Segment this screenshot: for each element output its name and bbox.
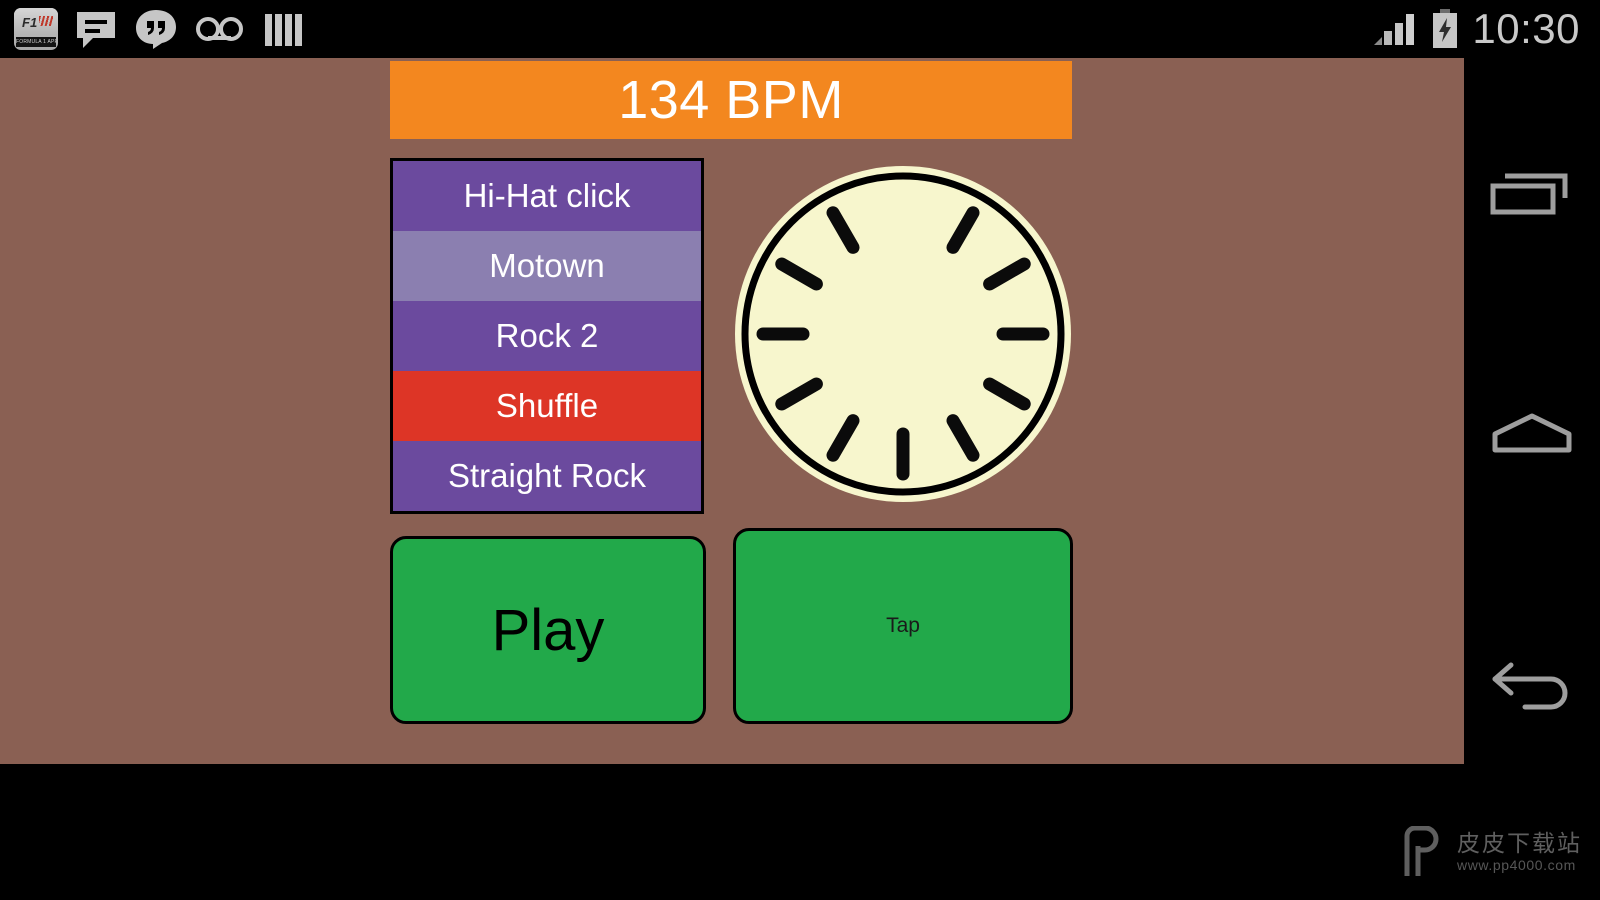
list-item[interactable]: Motown xyxy=(393,231,701,301)
list-item[interactable]: Straight Rock xyxy=(393,441,701,511)
watermark: 皮皮下载站 www.pp4000.com xyxy=(1401,825,1582,878)
status-bar-notification-icons: F1 FORMULA 1 APP xyxy=(0,8,304,50)
device-screen: F1 FORMULA 1 APP 10:30 134 BPM Hi-Hat cl… xyxy=(0,0,1600,900)
bpm-display[interactable]: 134 BPM xyxy=(390,61,1072,139)
battery-charging-icon xyxy=(1433,9,1458,48)
pattern-label: Hi-Hat click xyxy=(463,177,631,214)
f1-icon-streak xyxy=(39,16,53,26)
messaging-icon xyxy=(77,12,115,48)
status-bar-system-icons: 10:30 xyxy=(1372,0,1580,58)
play-button[interactable]: Play xyxy=(390,536,706,724)
status-bar-clock: 10:30 xyxy=(1472,5,1580,52)
f1-icon-label: FORMULA 1 APP xyxy=(16,37,56,47)
pattern-label: Motown xyxy=(489,247,605,284)
back-button[interactable] xyxy=(1464,628,1600,748)
watermark-text: 皮皮下载站 www.pp4000.com xyxy=(1457,830,1582,873)
watermark-url: www.pp4000.com xyxy=(1457,856,1576,873)
list-item[interactable]: Rock 2 xyxy=(393,301,701,371)
hangouts-icon xyxy=(136,10,176,49)
pattern-label: Straight Rock xyxy=(447,457,647,494)
beat-dial[interactable] xyxy=(733,158,1073,510)
watermark-site-name: 皮皮下载站 xyxy=(1457,830,1582,857)
f1-icon-mark: F1 xyxy=(22,15,38,30)
bpm-value-label: 134 BPM xyxy=(618,70,844,130)
status-bar: F1 FORMULA 1 APP 10:30 xyxy=(0,0,1600,58)
home-button[interactable] xyxy=(1464,378,1600,498)
tap-button[interactable]: Tap xyxy=(733,528,1073,724)
voicemail-icon xyxy=(196,17,243,41)
play-button-label: Play xyxy=(491,597,605,663)
back-icon xyxy=(1492,662,1568,710)
pattern-label: Shuffle xyxy=(495,387,599,424)
pp-logo-glyph xyxy=(1404,825,1439,876)
pp-logo-icon xyxy=(1401,825,1447,878)
recents-icon xyxy=(1490,173,1568,215)
list-item[interactable]: Hi-Hat click xyxy=(393,161,701,231)
tap-button-label: Tap xyxy=(886,614,920,637)
list-item-selected[interactable]: Shuffle xyxy=(393,371,701,441)
formula1-app-icon: F1 FORMULA 1 APP xyxy=(14,8,58,50)
pattern-list[interactable]: Hi-Hat click Motown Rock 2 Shuffle Strai… xyxy=(390,158,704,514)
equalizer-icon xyxy=(265,14,302,46)
home-icon xyxy=(1492,413,1572,453)
pattern-label: Rock 2 xyxy=(495,317,599,354)
recents-button[interactable] xyxy=(1464,138,1600,258)
signal-bars-icon xyxy=(1374,14,1415,45)
android-navigation-bar xyxy=(1464,58,1600,900)
metronome-app-area: 134 BPM Hi-Hat click Motown Rock 2 Shuff… xyxy=(0,58,1464,764)
beat-dial-graphic xyxy=(735,166,1071,502)
